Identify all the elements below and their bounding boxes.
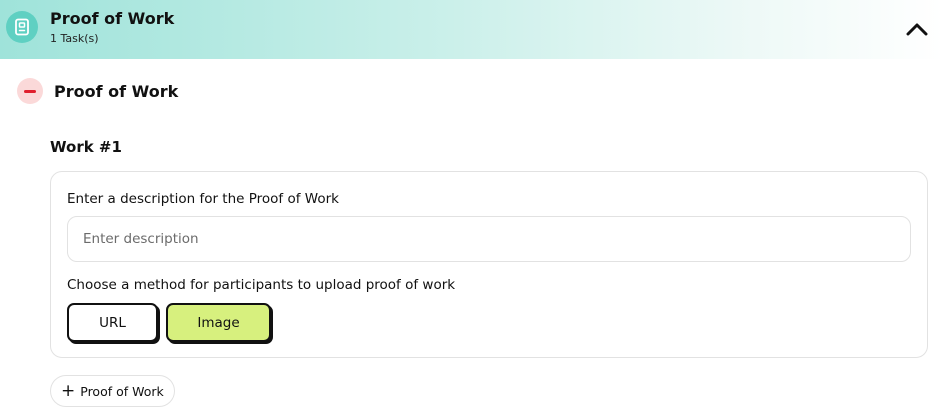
document-icon [6, 11, 38, 43]
section-row: Proof of Work [17, 78, 178, 104]
collapse-button[interactable] [905, 19, 929, 39]
remove-section-button[interactable] [17, 78, 43, 104]
task-group-header[interactable]: Proof of Work 1 Task(s) [0, 0, 943, 59]
work-card: Enter a description for the Proof of Wor… [50, 171, 928, 358]
header-title: Proof of Work [50, 9, 175, 28]
description-input[interactable] [67, 216, 911, 262]
minus-icon [24, 89, 36, 93]
description-label: Enter a description for the Proof of Wor… [67, 191, 339, 207]
method-label: Choose a method for participants to uplo… [67, 277, 456, 293]
add-proof-of-work-button[interactable]: + Proof of Work [50, 375, 175, 407]
section-title: Proof of Work [54, 81, 179, 101]
work-title: Work #1 [50, 138, 122, 156]
chevron-up-icon [906, 23, 928, 36]
add-button-label: Proof of Work [80, 383, 164, 399]
plus-icon: + [61, 380, 76, 401]
task-count: 1 Task(s) [50, 32, 99, 45]
method-url-button[interactable]: URL [67, 303, 158, 342]
method-image-button[interactable]: Image [166, 303, 271, 342]
